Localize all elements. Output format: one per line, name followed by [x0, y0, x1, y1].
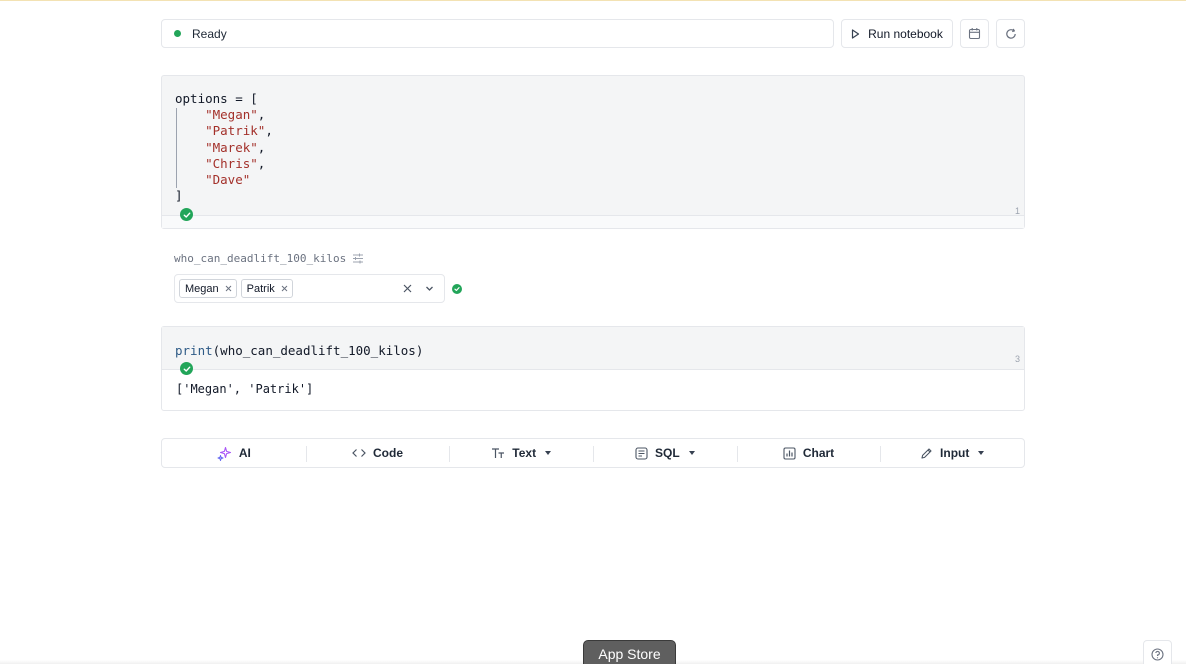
multiselect-input[interactable]: Megan Patrik: [174, 274, 445, 303]
add-ai-cell-button[interactable]: AI: [162, 439, 306, 467]
chevron-down-icon[interactable]: [423, 282, 436, 295]
refresh-icon: [1005, 28, 1016, 39]
run-notebook-label: Run notebook: [868, 26, 943, 41]
text-icon: [492, 448, 505, 458]
code-args: (who_can_deadlift_100_kilos): [212, 343, 424, 358]
toolbar-label: Chart: [802, 446, 835, 460]
code-line: options = [: [175, 91, 258, 106]
remove-tag-icon[interactable]: [281, 285, 288, 292]
caret-down-icon: [978, 451, 985, 455]
cell-number: 3: [1014, 354, 1020, 364]
top-border: [0, 0, 1186, 1]
tag-label: Megan: [185, 282, 219, 295]
toolbar-label: Code: [373, 446, 403, 460]
add-cell-toolbar: AI Code Text SQL Chart Input: [161, 438, 1025, 468]
toolbar-label: AI: [238, 446, 251, 460]
add-chart-cell-button[interactable]: Chart: [736, 439, 881, 467]
tag-label: Patrik: [246, 282, 275, 295]
caret-down-icon: [545, 451, 552, 455]
add-input-cell-button[interactable]: Input: [880, 439, 1024, 467]
toolbar-label: SQL: [655, 446, 680, 460]
code-string: "Patrik": [205, 123, 266, 139]
help-circle-icon: [1151, 648, 1164, 661]
cell-number: 1: [1014, 206, 1020, 216]
run-success-check-icon: [180, 362, 193, 375]
status-text: Ready: [192, 26, 227, 41]
calendar-icon: [968, 28, 981, 40]
code-editor[interactable]: options = [ "Megan", "Patrik", "Marek", …: [175, 91, 273, 204]
add-sql-cell-button[interactable]: SQL: [593, 439, 737, 467]
code-editor[interactable]: print(who_can_deadlift_100_kilos) 3: [162, 327, 1024, 370]
input-widget-label: who_can_deadlift_100_kilos: [174, 252, 364, 265]
add-text-cell-button[interactable]: Text: [449, 439, 593, 467]
sparkles-icon: [217, 446, 231, 461]
code-string: "Chris": [205, 155, 258, 171]
toolbar-label: Text: [512, 446, 537, 460]
widget-success-check-icon: [452, 284, 462, 294]
selected-tag-megan: Megan: [179, 279, 237, 298]
status-indicator-dot: [174, 30, 181, 37]
code-string: "Marek": [205, 139, 258, 155]
code-cell-options[interactable]: options = [ "Megan", "Patrik", "Marek", …: [161, 75, 1025, 229]
remove-tag-icon[interactable]: [225, 285, 232, 292]
selected-tag-patrik: Patrik: [240, 279, 293, 298]
app-store-label: App Store: [598, 646, 661, 662]
cell-output: ['Megan', 'Patrik']: [176, 382, 314, 396]
play-icon: [852, 28, 860, 39]
add-code-cell-button[interactable]: Code: [305, 439, 450, 467]
clear-selection-icon[interactable]: [401, 282, 414, 295]
sql-icon: [635, 446, 648, 460]
sliders-icon[interactable]: [352, 253, 364, 264]
help-button[interactable]: [1143, 640, 1172, 664]
code-cell-print[interactable]: print(who_can_deadlift_100_kilos) 3 ['Me…: [161, 326, 1025, 411]
code-string: "Dave": [205, 172, 251, 188]
schedule-button[interactable]: [960, 19, 989, 48]
code-brackets-icon: [352, 449, 366, 457]
code-line: ]: [175, 188, 183, 204]
code-function: print: [175, 343, 213, 358]
run-notebook-button[interactable]: Run notebook: [841, 19, 953, 48]
toolbar-label: Input: [940, 446, 970, 460]
pencil-icon: [921, 447, 932, 459]
caret-down-icon: [688, 451, 695, 455]
variable-name: who_can_deadlift_100_kilos: [174, 252, 347, 265]
app-store-button[interactable]: App Store: [583, 640, 676, 664]
kernel-status-bar: Ready: [161, 19, 834, 48]
bar-chart-icon: [783, 446, 796, 460]
refresh-button[interactable]: [996, 19, 1025, 48]
code-string: "Megan": [205, 107, 258, 123]
cell-footer: 1: [162, 206, 1024, 228]
run-success-check-icon: [180, 208, 193, 221]
